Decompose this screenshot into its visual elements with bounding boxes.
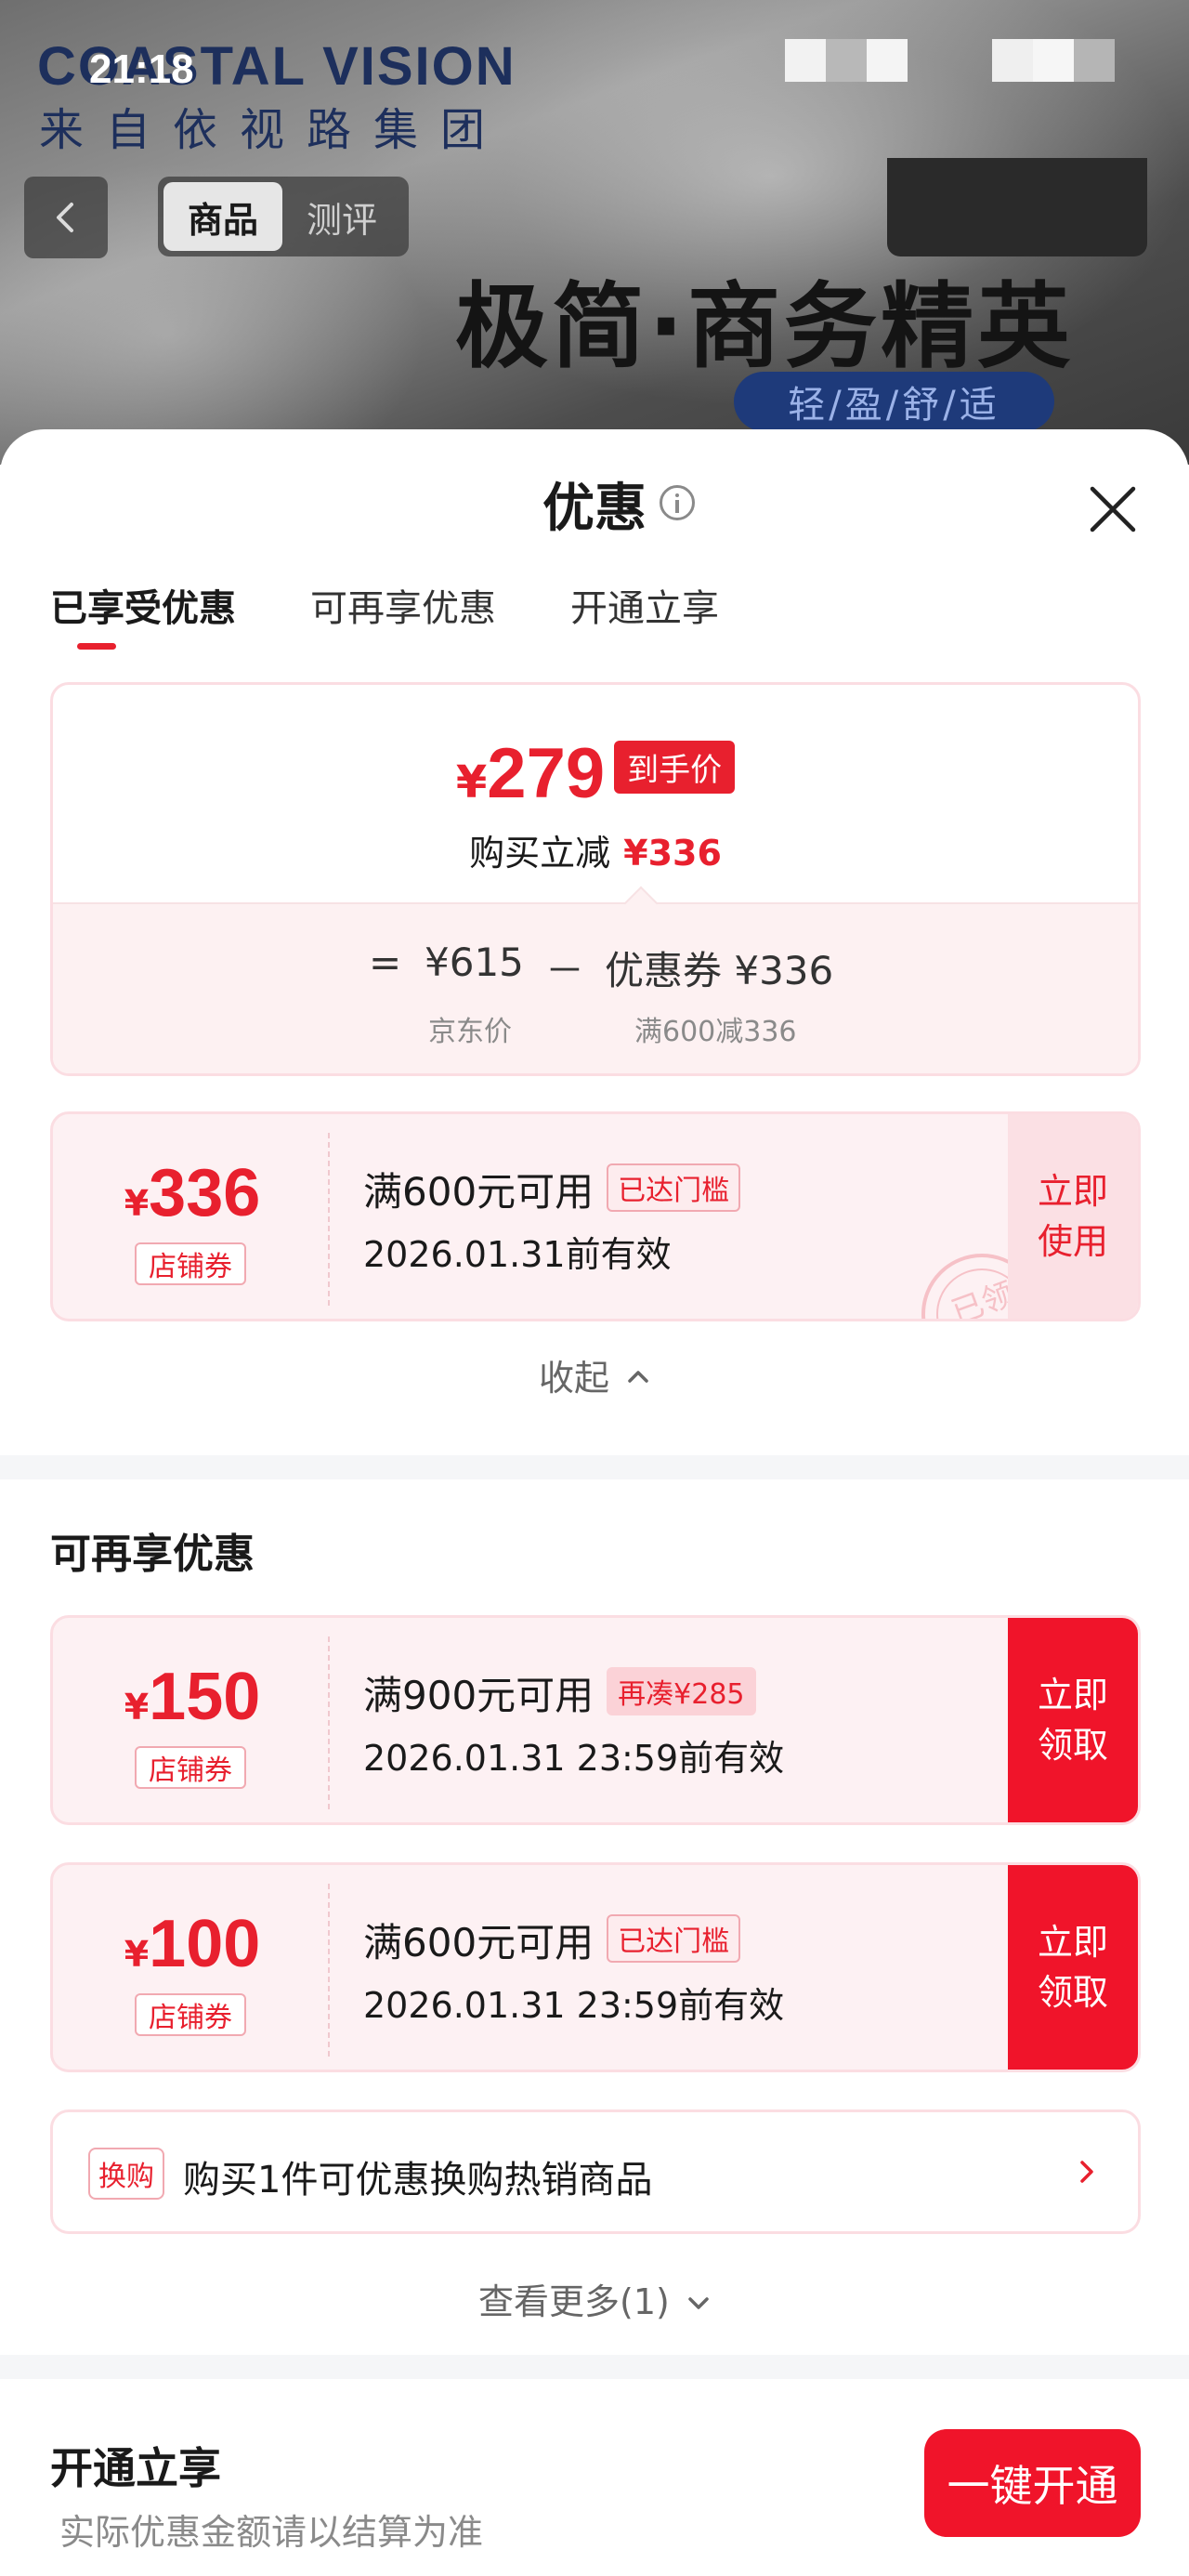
brand-logo-cn: 来自依视路集团 — [39, 104, 508, 156]
use-now-button[interactable]: 立即 使用 — [1008, 1114, 1138, 1319]
exchange-text: 购买1件可优惠换购热销商品 — [183, 2159, 653, 2201]
final-price-value: 279 — [487, 734, 606, 813]
threshold-badge: 已达门槛 — [607, 1163, 741, 1212]
coupon-amount-value: 100 — [149, 1907, 261, 1981]
more-discount-title: 可再享优惠 — [50, 1531, 255, 1578]
instant-reduction: 购买立减 ¥336 — [53, 824, 1138, 875]
exchange-offer-row[interactable]: 换购 购买1件可优惠换购热销商品 — [50, 2109, 1141, 2234]
coupon-validity: 2026.01.31 23:59前有效 — [363, 1985, 785, 2026]
coupon-type-tag: 店铺券 — [135, 1242, 246, 1285]
coupon-condition-text: 满900元可用 — [363, 1673, 594, 1718]
currency-symbol: ¥ — [124, 1934, 150, 1975]
tab-enjoyed-discount[interactable]: 已享受优惠 — [50, 578, 236, 632]
threshold-badge: 已达门槛 — [607, 1914, 741, 1963]
reduction-amount: ¥336 — [623, 833, 722, 874]
close-icon — [1090, 486, 1136, 532]
sheet-title: 优惠 — [542, 479, 647, 539]
product-hero-background: COASTAL VISION 来自依视路集团 21:18 商品 测评 极简·商务… — [0, 0, 1189, 465]
coupon-condition-text: 满600元可用 — [363, 1169, 594, 1215]
section-divider — [0, 2355, 1189, 2379]
discount-tabs: 已享受优惠 可再享优惠 开通立享 — [50, 578, 719, 632]
active-tab-indicator — [77, 643, 116, 650]
jd-price-label: 京东价 — [428, 1016, 512, 1048]
status-icons-pixelated — [785, 39, 908, 82]
product-tab-switch: 商品 测评 — [158, 177, 409, 256]
chevron-left-icon — [57, 203, 73, 232]
coupon-validity: 2026.01.31前有效 — [363, 1234, 672, 1275]
claim-now-button[interactable]: 立即 领取 — [1008, 1618, 1138, 1822]
coupon-card-100: ¥100 店铺券 满600元可用 已达门槛 2026.01.31 23:59前有效… — [50, 1862, 1141, 2072]
coupon-validity: 2026.01.31 23:59前有效 — [363, 1738, 785, 1779]
tab-review[interactable]: 测评 — [282, 182, 401, 251]
coupon-type-tag: 店铺券 — [135, 1993, 246, 2036]
collapse-label: 收起 — [538, 1358, 609, 1399]
reduction-label: 购买立减 — [469, 833, 611, 874]
product-image-fragment — [887, 158, 1147, 256]
see-more-label: 查看更多(1) — [478, 2281, 670, 2322]
tab-more-discount[interactable]: 可再享优惠 — [310, 578, 496, 632]
tab-product[interactable]: 商品 — [163, 182, 282, 251]
discount-sheet: 优惠 已享受优惠 可再享优惠 开通立享 ¥279 到手价 购买立减 ¥336 = ¥… — [0, 429, 1189, 2576]
currency-symbol: ¥ — [455, 756, 488, 808]
see-more-toggle[interactable]: 查看更多(1) — [0, 2273, 1189, 2324]
coupon-condition: 满600元可用 已达门槛 — [363, 1912, 741, 1968]
one-click-open-button[interactable]: 一键开通 — [924, 2429, 1141, 2537]
status-icons-pixelated — [992, 39, 1115, 82]
top-up-badge: 再凑¥285 — [607, 1667, 756, 1715]
product-slogan: 极简·商务精英 — [455, 272, 1074, 381]
claim-now-button[interactable]: 立即 领取 — [1008, 1865, 1138, 2070]
product-slogan-sub: 轻/盈/舒/适 — [734, 372, 1054, 431]
tab-open-to-enjoy[interactable]: 开通立享 — [570, 578, 719, 632]
collapse-toggle[interactable]: 收起 — [0, 1349, 1189, 1400]
coupon-amount-value: 150 — [149, 1660, 261, 1734]
open-section-title: 开通立享 — [50, 2443, 221, 2493]
open-section-note: 实际优惠金额请以结算为准 — [59, 2512, 484, 2553]
coupon-divider — [328, 1133, 330, 1306]
chevron-right-icon — [1080, 2161, 1093, 2183]
coupon-condition: 满600元可用 已达门槛 — [363, 1161, 741, 1217]
currency-symbol: ¥ — [124, 1687, 150, 1728]
coupon-amount: ¥150 — [53, 1659, 332, 1735]
price-breakdown: = ¥615 － 优惠券 ¥336 京东价 满600减336 — [53, 902, 1138, 1073]
back-button[interactable] — [24, 177, 108, 258]
final-price: ¥279 到手价 — [53, 733, 1138, 814]
coupon-card-150: ¥150 店铺券 满900元可用 再凑¥285 2026.01.31 23:59前… — [50, 1615, 1141, 1825]
section-divider — [0, 1455, 1189, 1479]
price-summary-card: ¥279 到手价 购买立减 ¥336 = ¥615 － 优惠券 ¥336 京东价 满… — [50, 682, 1141, 1076]
final-price-badge: 到手价 — [614, 741, 736, 794]
currency-symbol: ¥ — [124, 1183, 150, 1224]
jd-price: ¥615 — [425, 940, 524, 985]
minus-sign: － — [545, 948, 585, 993]
info-icon[interactable] — [660, 485, 695, 520]
coupon-rule: 满600减336 — [634, 1016, 797, 1048]
exchange-tag: 换购 — [88, 2148, 164, 2200]
chevron-up-icon — [628, 1371, 648, 1383]
coupon-condition: 满900元可用 再凑¥285 — [363, 1664, 756, 1721]
equals-sign: = — [369, 940, 402, 985]
status-bar-time: 21:18 — [89, 46, 194, 92]
close-button[interactable] — [1085, 481, 1141, 537]
coupon-card-applied: ¥336 店铺券 满600元可用 已达门槛 2026.01.31前有效 已领 立即… — [50, 1111, 1141, 1321]
coupon-amount: ¥336 — [53, 1155, 332, 1231]
coupon-deduction: 优惠券 ¥336 — [605, 948, 834, 993]
coupon-condition-text: 满600元可用 — [363, 1920, 594, 1965]
coupon-divider — [328, 1636, 330, 1809]
coupon-amount: ¥100 — [53, 1906, 332, 1982]
coupon-type-tag: 店铺券 — [135, 1746, 246, 1789]
coupon-divider — [328, 1884, 330, 2057]
coupon-amount-value: 336 — [149, 1156, 261, 1230]
chevron-down-icon — [688, 2297, 709, 2309]
